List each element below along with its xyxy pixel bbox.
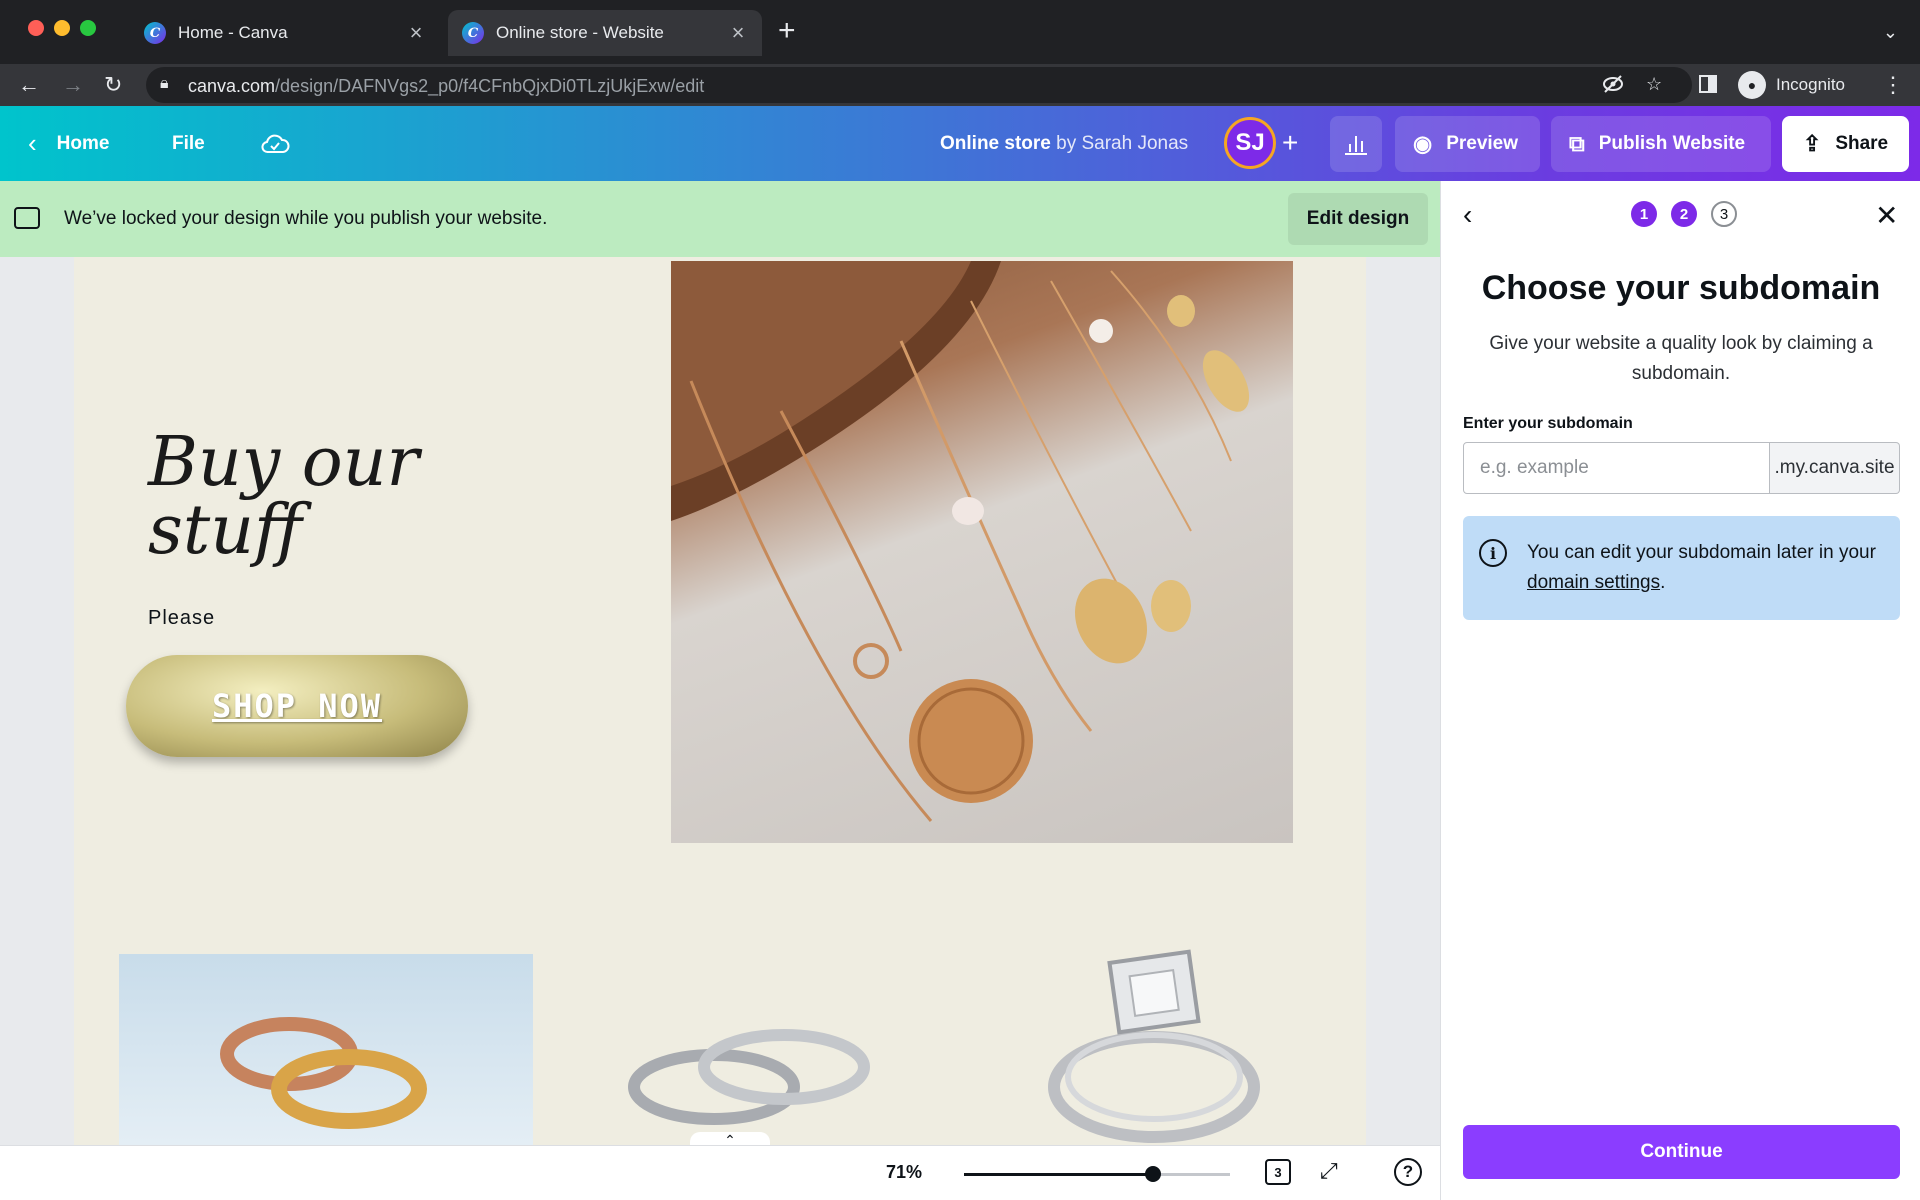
doc-owner-text: by Sarah Jonas <box>1056 133 1189 154</box>
incognito-profile-button[interactable]: ● Incognito <box>1738 70 1845 100</box>
publish-panel: ‹ 1 2 3 ✕ Choose your subdomain Give you… <box>1440 181 1920 1200</box>
help-question-icon[interactable]: ? <box>1394 1158 1422 1186</box>
lock-icon: 🔒︎ <box>160 75 169 92</box>
zoom-slider-knob[interactable] <box>1144 1166 1161 1182</box>
zoom-percentage[interactable]: 71% <box>886 1162 922 1183</box>
chevron-left-icon[interactable]: ‹ <box>1463 199 1472 231</box>
profile-label: Incognito <box>1776 75 1845 94</box>
document-title[interactable]: Online store by Sarah Jonas <box>940 133 1188 155</box>
upload-icon: ⇪ <box>1802 131 1822 156</box>
window-minimize-button[interactable] <box>54 20 70 36</box>
hero-title[interactable]: Buy our stuff <box>148 429 419 565</box>
tab-search-chevron-icon[interactable]: ⌄ <box>1883 22 1898 43</box>
eye-slash-icon[interactable] <box>1602 74 1624 99</box>
preview-label: Preview <box>1446 133 1519 154</box>
doc-title-text: Online store <box>940 133 1051 154</box>
tab-title: Home - Canva <box>178 23 288 42</box>
hero-subtitle[interactable]: Please <box>148 607 215 630</box>
eye-icon: ◉ <box>1413 131 1433 156</box>
cloud-saved-icon[interactable] <box>260 106 290 181</box>
address-bar[interactable]: 🔒︎ canva.com/design/DAFNVgs2_p0/f4CFnbQj… <box>146 67 1692 103</box>
insights-chart-icon[interactable] <box>1330 116 1382 172</box>
forward-arrow-icon[interactable]: → <box>62 72 84 98</box>
publish-website-button[interactable]: ⧉ Publish Website <box>1551 116 1771 172</box>
share-label: Share <box>1835 133 1889 154</box>
preview-button[interactable]: ◉ Preview <box>1395 116 1540 172</box>
hero-title-line1: Buy our <box>148 423 420 502</box>
file-menu-button[interactable]: File <box>172 106 205 181</box>
design-page[interactable]: Buy our stuff Please SHOP NOW <box>74 257 1366 1145</box>
info-icon: i <box>1479 539 1507 567</box>
canva-favicon-icon: C <box>462 22 484 44</box>
fullscreen-expand-icon[interactable]: ⤢ <box>1320 1158 1338 1184</box>
info-text-body: You can edit your subdomain later in you… <box>1527 542 1876 563</box>
chevron-left-icon: ‹ <box>28 128 37 158</box>
window-close-button[interactable] <box>28 20 44 36</box>
home-label: Home <box>56 132 110 154</box>
silver-rings-photo[interactable] <box>604 997 894 1145</box>
bottom-toolbar: 71% 3 ⤢ ? <box>0 1145 1440 1200</box>
panel-title: Choose your subdomain <box>1481 269 1881 307</box>
side-panel-icon[interactable] <box>1698 74 1718 99</box>
browser-toolbar: ← → ↻ 🔒︎ canva.com/design/DAFNVgs2_p0/f4… <box>0 64 1920 106</box>
new-tab-button[interactable]: + <box>778 16 796 46</box>
banner-message: We’ve locked your design while you publi… <box>64 208 548 229</box>
continue-button[interactable]: Continue <box>1463 1125 1900 1179</box>
browser-tab-home[interactable]: C Home - Canva × <box>130 10 440 56</box>
url-text[interactable]: canva.com/design/DAFNVgs2_p0/f4CFnbQjxDi… <box>188 76 704 97</box>
subdomain-suffix: .my.canva.site <box>1770 442 1900 494</box>
page-count-button[interactable]: 3 <box>1265 1159 1291 1185</box>
panel-description: Give your website a quality look by clai… <box>1489 333 1873 384</box>
window-zoom-button[interactable] <box>80 20 96 36</box>
tab-title: Online store - Website <box>496 23 664 42</box>
home-button[interactable]: ‹ Home <box>28 106 109 181</box>
edit-design-button[interactable]: Edit design <box>1288 193 1428 245</box>
reload-icon[interactable]: ↻ <box>104 72 122 98</box>
publish-globe-icon: ⧉ <box>1569 131 1585 156</box>
browser-tab-online-store[interactable]: C Online store - Website × <box>448 10 762 56</box>
step-1: 1 <box>1631 201 1657 227</box>
tab-close-icon[interactable]: × <box>406 20 426 46</box>
step-indicator: 1 2 3 <box>1631 201 1737 227</box>
avatar[interactable]: SJ <box>1224 117 1276 169</box>
canva-favicon-icon: C <box>144 22 166 44</box>
add-collaborator-plus-icon[interactable]: + <box>1282 127 1298 159</box>
publish-label: Publish Website <box>1598 133 1746 154</box>
share-button[interactable]: ⇪ Share <box>1782 116 1909 172</box>
back-arrow-icon[interactable]: ← <box>18 72 40 98</box>
subdomain-field-label: Enter your subdomain <box>1463 415 1633 432</box>
incognito-icon: ● <box>1738 71 1766 99</box>
locked-design-banner: We’ve locked your design while you publi… <box>0 181 1440 257</box>
tab-close-icon[interactable]: × <box>728 20 748 46</box>
step-2: 2 <box>1671 201 1697 227</box>
subdomain-input[interactable] <box>1463 442 1770 494</box>
gold-rings-photo[interactable] <box>119 954 533 1145</box>
browser-tab-strip: C Home - Canva × C Online store - Websit… <box>0 0 1920 64</box>
design-canvas[interactable]: Buy our stuff Please SHOP NOW <box>0 257 1440 1145</box>
shop-now-button[interactable]: SHOP NOW <box>126 655 468 757</box>
close-icon[interactable]: ✕ <box>1875 199 1898 232</box>
subdomain-info-box: i You can edit your subdomain later in y… <box>1463 516 1900 620</box>
bookmark-star-icon[interactable]: ☆ <box>1646 74 1662 95</box>
necklaces-photo[interactable] <box>671 261 1293 843</box>
hero-title-line2: stuff <box>148 491 303 570</box>
step-3: 3 <box>1711 201 1737 227</box>
info-text-end: . <box>1660 572 1666 593</box>
domain-settings-link[interactable]: domain settings <box>1527 572 1660 593</box>
zoom-slider[interactable] <box>964 1166 1230 1182</box>
website-lock-icon <box>14 207 40 229</box>
diamond-ring-photo[interactable] <box>1004 937 1304 1145</box>
shop-now-label: SHOP NOW <box>211 687 383 725</box>
zoom-slider-fill <box>964 1173 1153 1176</box>
browser-menu-icon[interactable]: ⋮ <box>1882 72 1904 98</box>
info-text: You can edit your subdomain later in you… <box>1527 538 1877 598</box>
canva-header: ‹ Home File Online store by Sarah Jonas … <box>0 106 1920 181</box>
